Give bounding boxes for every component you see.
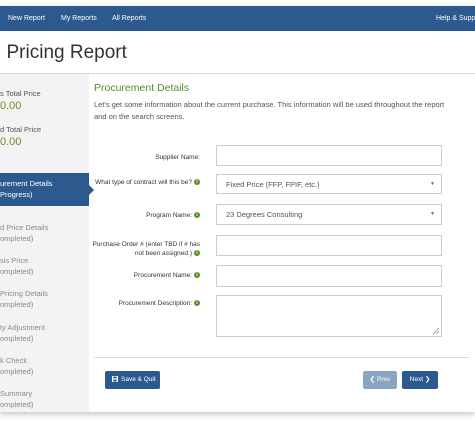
- save-quit-button[interactable]: Save & Quit: [105, 371, 160, 389]
- prev-button[interactable]: ❮ Prev: [363, 371, 397, 389]
- sidebar-step-label: sis Price: [0, 256, 29, 265]
- chevron-left-icon: ❮: [369, 376, 376, 383]
- sidebar-total-label-1: s Total Price: [0, 89, 41, 98]
- sidebar-total-label-2: d Total Price: [0, 125, 42, 134]
- supplier-name-label: Supplier Name:: [155, 154, 200, 161]
- info-icon[interactable]: i: [194, 212, 200, 219]
- purchase-order-label: Purchase Order # (enter TBD if # has not…: [92, 240, 200, 258]
- sidebar-step-6[interactable]: Summary ompleted): [0, 388, 33, 410]
- supplier-name-input[interactable]: [216, 145, 442, 166]
- sidebar-step-label: Summary: [0, 389, 33, 398]
- sidebar-step-procurement-details[interactable]: urement Details Progress): [0, 173, 94, 206]
- nav-new-report[interactable]: New Report: [8, 6, 45, 31]
- section-intro: Let's get some information about the cur…: [94, 100, 445, 121]
- sidebar-step-3[interactable]: Pricing Details ompleted): [0, 288, 48, 310]
- sidebar-step-label: urement Details: [0, 179, 53, 188]
- procurement-description-label-text: Procurement Description:: [118, 300, 192, 307]
- sidebar-step-status: ompleted): [0, 300, 34, 309]
- next-button[interactable]: Next ❯: [402, 371, 438, 389]
- chevron-right-icon: ❯: [424, 376, 431, 383]
- sidebar: s Total Price 0.00 d Total Price 0.00 ur…: [0, 74, 94, 412]
- info-icon[interactable]: i: [194, 272, 200, 279]
- sidebar-step-1[interactable]: d Price Details ompleted): [0, 222, 48, 244]
- nav-help-support[interactable]: Help & Suppo: [436, 6, 475, 31]
- section-title: Procurement Details: [94, 82, 190, 94]
- prev-label: Prev: [376, 376, 391, 383]
- nav-my-reports[interactable]: My Reports: [61, 6, 97, 31]
- sidebar-step-2[interactable]: sis Price ompleted): [0, 255, 33, 277]
- purchase-order-label-line2: not been assigned.) i: [92, 249, 200, 258]
- purchase-order-label-text: not been assigned.): [134, 250, 192, 257]
- chevron-down-icon: ▼: [430, 181, 435, 187]
- sidebar-step-status: ompleted): [0, 234, 34, 243]
- chevron-down-icon: ▼: [430, 211, 435, 217]
- program-name-value: 23 Degrees Consulting: [226, 210, 303, 219]
- info-icon[interactable]: i: [194, 300, 200, 307]
- contract-type-label-text: What type of contract will this be?: [95, 179, 192, 186]
- form-divider: [94, 357, 469, 358]
- top-navbar: New Report My Reports All Reports Help &…: [0, 6, 475, 31]
- sidebar-step-label: d Price Details: [0, 223, 49, 232]
- purchase-order-label-line1: Purchase Order # (enter TBD if # has: [92, 241, 200, 248]
- sidebar-total-value-1: 0.00: [0, 100, 22, 112]
- info-icon[interactable]: i: [194, 179, 200, 186]
- next-label: Next: [409, 376, 424, 383]
- procurement-name-label: Procurement Name: i: [134, 272, 200, 279]
- sidebar-step-status: Progress): [0, 190, 33, 199]
- nav-all-reports[interactable]: All Reports: [112, 6, 146, 31]
- sidebar-step-label: Pricing Details: [0, 289, 48, 298]
- sidebar-step-status: ompleted): [0, 334, 34, 343]
- active-step-arrow: [89, 185, 94, 195]
- sidebar-step-status: ompleted): [0, 400, 34, 409]
- program-name-select[interactable]: 23 Degrees Consulting ▼: [216, 204, 442, 225]
- resize-handle-icon[interactable]: [433, 328, 439, 334]
- contract-type-select[interactable]: Fixed Price (FFP, FPIF, etc.) ▼: [216, 174, 442, 194]
- save-icon: [112, 376, 118, 383]
- procurement-name-input[interactable]: [216, 265, 442, 287]
- purchase-order-input[interactable]: [216, 235, 442, 256]
- program-name-label: Program Name: i: [146, 212, 200, 219]
- sidebar-total-value-2: 0.00: [0, 136, 22, 148]
- sidebar-step-status: ompleted): [0, 367, 34, 376]
- procurement-name-label-text: Procurement Name:: [133, 272, 192, 279]
- procurement-description-textarea[interactable]: [216, 295, 442, 337]
- contract-type-value: Fixed Price (FFP, FPIF, etc.): [226, 180, 320, 189]
- sidebar-step-label: k Check: [0, 356, 28, 365]
- procurement-description-label: Procurement Description: i: [119, 300, 200, 307]
- page-title: l Pricing Report: [0, 42, 127, 63]
- app-window: New Report My Reports All Reports Help &…: [0, 6, 475, 412]
- sidebar-step-5[interactable]: k Check ompleted): [0, 355, 33, 377]
- sidebar-step-label: ty Adjustment: [0, 323, 46, 332]
- contract-type-label: What type of contract will this be? i: [95, 179, 200, 186]
- sidebar-step-4[interactable]: ty Adjustment ompleted): [0, 322, 45, 344]
- sidebar-step-status: ompleted): [0, 267, 34, 276]
- info-icon[interactable]: i: [194, 250, 200, 257]
- program-name-label-text: Program Name:: [146, 212, 192, 219]
- save-quit-label: Save & Quit: [121, 376, 156, 383]
